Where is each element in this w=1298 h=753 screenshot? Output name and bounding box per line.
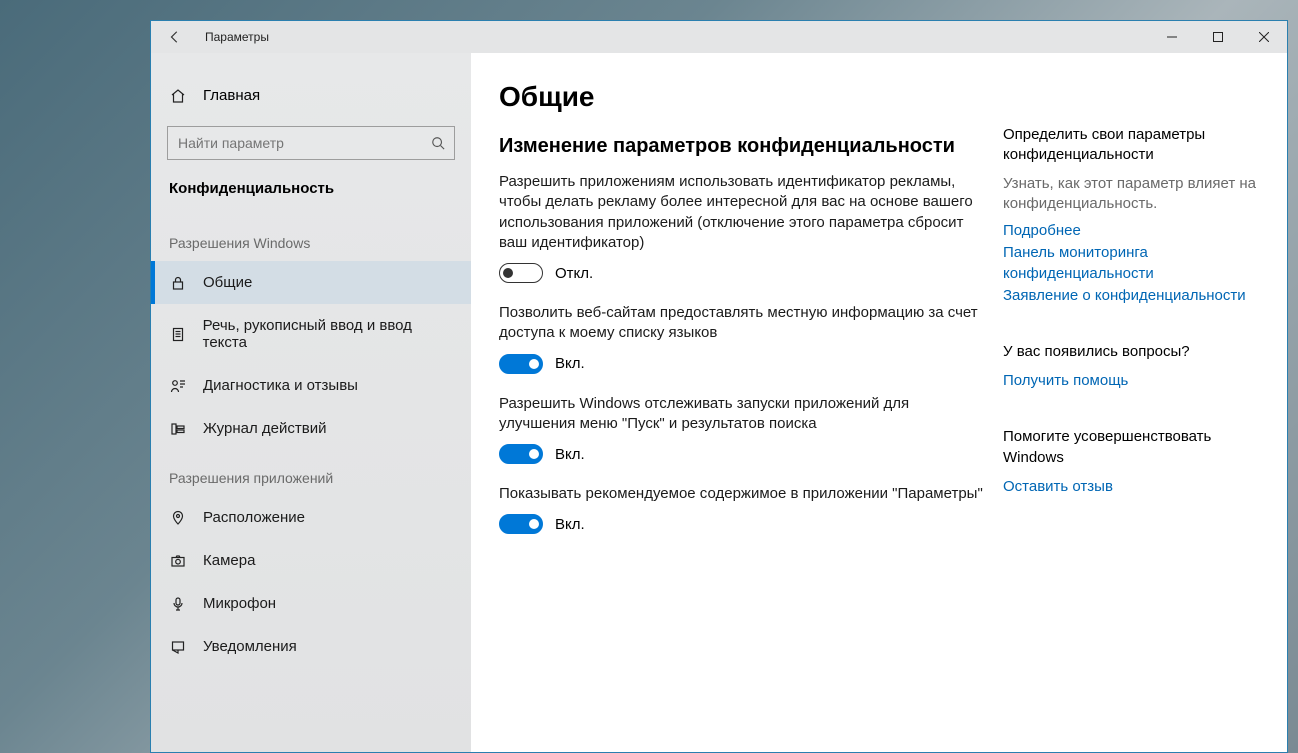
sidebar-item-notifications[interactable]: Уведомления	[151, 625, 471, 668]
sidebar-item-label: Камера	[203, 552, 255, 569]
aside-title: У вас появились вопросы?	[1003, 342, 1263, 362]
aside-title: Помогите усовершенствовать Windows	[1003, 427, 1263, 468]
setting-desc: Позволить веб-сайтам предоставлять местн…	[499, 303, 983, 344]
setting-desc: Показывать рекомендуемое содержимое в пр…	[499, 484, 983, 504]
setting-suggested-content: Показывать рекомендуемое содержимое в пр…	[499, 484, 983, 534]
link-privacy-dashboard[interactable]: Панель мониторинга конфиденциальности	[1003, 242, 1263, 284]
sidebar-section-windows: Разрешения Windows	[151, 215, 471, 261]
microphone-icon	[169, 596, 187, 612]
sidebar-item-label: Журнал действий	[203, 420, 326, 437]
sidebar-item-label: Уведомления	[203, 638, 297, 655]
sidebar: Главная Конфиденциальность Разрешения Wi…	[151, 53, 471, 752]
sidebar-item-activity[interactable]: Журнал действий	[151, 407, 471, 450]
page-title: Общие	[499, 81, 983, 113]
toggle-language-list[interactable]	[499, 354, 543, 374]
aside-muted: Узнать, как этот параметр влияет на конф…	[1003, 174, 1263, 215]
content: Общие Изменение параметров конфиденциаль…	[499, 81, 983, 728]
home-icon	[169, 88, 187, 104]
clipboard-icon	[169, 326, 187, 342]
toggle-state-label: Вкл.	[555, 446, 585, 463]
aside-privacy-info: Определить свои параметры конфиденциальн…	[1003, 125, 1263, 306]
setting-advertising-id: Разрешить приложениям использовать идент…	[499, 172, 983, 283]
toggle-app-launches[interactable]	[499, 444, 543, 464]
feedback-icon	[169, 378, 187, 394]
setting-language-list: Позволить веб-сайтам предоставлять местн…	[499, 303, 983, 374]
search-input[interactable]	[167, 126, 455, 160]
toggle-state-label: Вкл.	[555, 516, 585, 533]
titlebar: Параметры	[151, 21, 1287, 53]
camera-icon	[169, 553, 187, 569]
search-wrap	[167, 126, 455, 160]
aside: Определить свои параметры конфиденциальн…	[1003, 81, 1263, 728]
sidebar-home[interactable]: Главная	[151, 77, 471, 114]
main-panel: Общие Изменение параметров конфиденциаль…	[471, 53, 1287, 752]
window-title: Параметры	[205, 30, 269, 44]
toggle-state-label: Вкл.	[555, 355, 585, 372]
link-get-help[interactable]: Получить помощь	[1003, 370, 1263, 391]
sidebar-category: Конфиденциальность	[151, 170, 471, 215]
page-subheading: Изменение параметров конфиденциальности	[499, 135, 983, 158]
activity-icon	[169, 421, 187, 437]
sidebar-item-microphone[interactable]: Микрофон	[151, 582, 471, 625]
sidebar-item-diagnostics[interactable]: Диагностика и отзывы	[151, 364, 471, 407]
maximize-button[interactable]	[1195, 21, 1241, 53]
notifications-icon	[169, 639, 187, 655]
aside-questions: У вас появились вопросы? Получить помощь	[1003, 342, 1263, 391]
sidebar-section-apps: Разрешения приложений	[151, 450, 471, 496]
link-privacy-statement[interactable]: Заявление о конфиденциальности	[1003, 285, 1263, 306]
sidebar-item-camera[interactable]: Камера	[151, 539, 471, 582]
sidebar-home-label: Главная	[203, 87, 260, 104]
link-give-feedback[interactable]: Оставить отзыв	[1003, 476, 1263, 497]
toggle-suggested-content[interactable]	[499, 514, 543, 534]
window-controls	[1149, 21, 1287, 53]
setting-desc: Разрешить приложениям использовать идент…	[499, 172, 983, 253]
sidebar-item-location[interactable]: Расположение	[151, 496, 471, 539]
sidebar-item-speech[interactable]: Речь, рукописный ввод и ввод текста	[151, 304, 471, 364]
setting-app-launches: Разрешить Windows отслеживать запуски пр…	[499, 394, 983, 465]
lock-icon	[169, 275, 187, 291]
aside-title: Определить свои параметры конфиденциальн…	[1003, 125, 1263, 166]
close-button[interactable]	[1241, 21, 1287, 53]
sidebar-item-label: Микрофон	[203, 595, 276, 612]
sidebar-item-label: Диагностика и отзывы	[203, 377, 358, 394]
settings-window: Параметры Главная	[150, 20, 1288, 753]
setting-desc: Разрешить Windows отслеживать запуски пр…	[499, 394, 983, 435]
link-learn-more[interactable]: Подробнее	[1003, 220, 1263, 241]
sidebar-item-general[interactable]: Общие	[151, 261, 471, 304]
sidebar-item-label: Расположение	[203, 509, 305, 526]
toggle-state-label: Откл.	[555, 265, 593, 282]
sidebar-item-label: Общие	[203, 274, 252, 291]
toggle-advertising-id[interactable]	[499, 263, 543, 283]
location-icon	[169, 510, 187, 526]
sidebar-item-label: Речь, рукописный ввод и ввод текста	[203, 317, 455, 351]
minimize-button[interactable]	[1149, 21, 1195, 53]
back-button[interactable]	[161, 23, 189, 51]
aside-feedback: Помогите усовершенствовать Windows Остав…	[1003, 427, 1263, 497]
search-icon	[431, 136, 445, 150]
